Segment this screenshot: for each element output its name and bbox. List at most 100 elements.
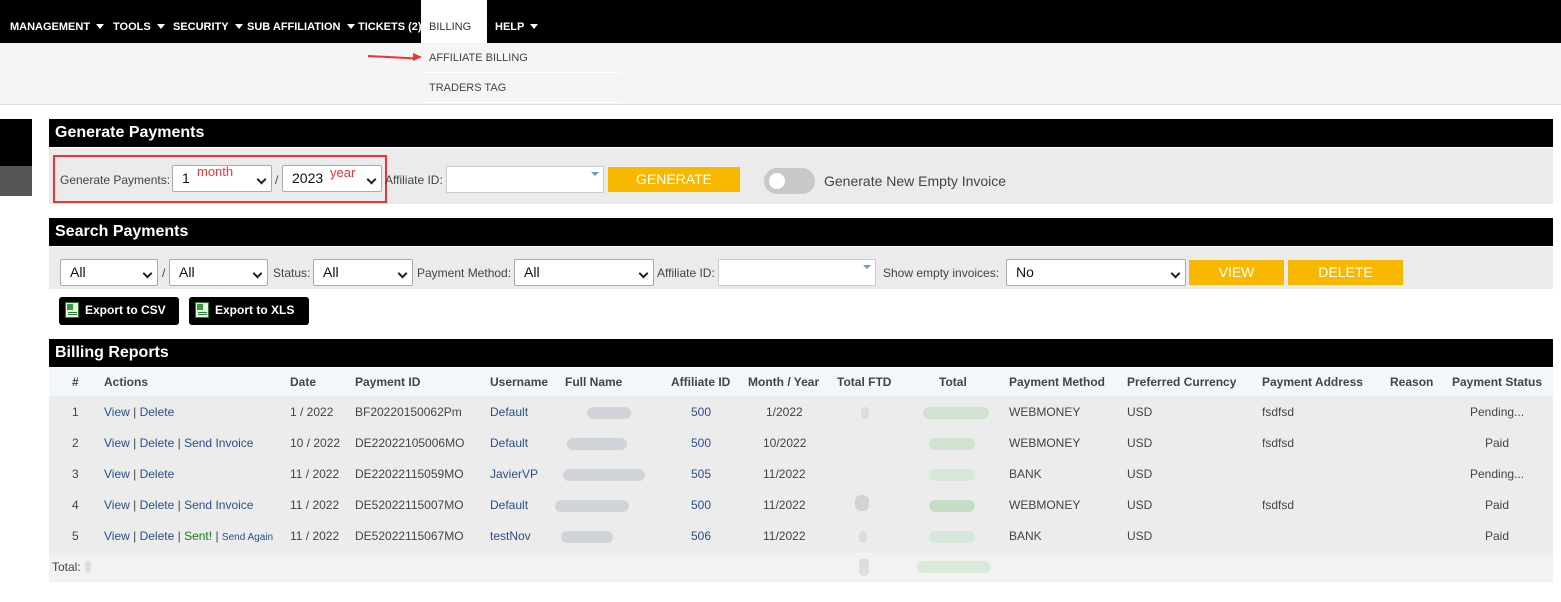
empty-invoice-toggle[interactable] bbox=[764, 168, 815, 194]
delete-link[interactable]: Delete bbox=[140, 436, 175, 450]
cell-username[interactable]: Default bbox=[490, 428, 528, 459]
cell-currency: USD bbox=[1127, 436, 1153, 450]
redacted-full-name bbox=[563, 469, 645, 481]
sidebar-block bbox=[0, 119, 32, 166]
cell-address: fsdfsd bbox=[1262, 498, 1295, 512]
col-affiliate-id: Affiliate ID bbox=[671, 375, 731, 389]
chevron-down-icon bbox=[638, 268, 649, 279]
billing-reports-title: Billing Reports bbox=[49, 339, 1553, 367]
nav-management[interactable]: MANAGEMENT bbox=[10, 0, 105, 43]
annotation-arrow-head bbox=[413, 53, 422, 61]
cell-date: 11 / 2022 bbox=[290, 529, 340, 543]
search-year-value: All bbox=[179, 264, 195, 280]
generate-button[interactable]: GENERATE bbox=[608, 167, 740, 192]
nav-security[interactable]: SECURITY bbox=[173, 0, 243, 43]
cell-payment-id: DE22022105006MO bbox=[355, 436, 465, 450]
cell-status: Paid bbox=[1485, 529, 1510, 543]
cell-actions: View | Delete | Sent! | Send Again bbox=[104, 529, 274, 543]
cell-payment-method: BANK bbox=[1009, 467, 1042, 481]
caret-down-icon bbox=[156, 24, 165, 29]
delete-link[interactable]: Delete bbox=[140, 467, 175, 481]
payment-method-value: All bbox=[524, 264, 540, 280]
col-total-ftd: Total FTD bbox=[837, 375, 892, 389]
redacted-total bbox=[929, 500, 975, 512]
cell-username[interactable]: Default bbox=[490, 397, 528, 428]
cell-currency: USD bbox=[1127, 405, 1153, 419]
view-button[interactable]: VIEW bbox=[1189, 260, 1284, 285]
send-invoice-link[interactable]: Send Invoice bbox=[184, 436, 253, 450]
view-link[interactable]: View bbox=[104, 405, 130, 419]
view-link[interactable]: View bbox=[104, 436, 130, 450]
affiliate-id-input[interactable] bbox=[446, 166, 604, 193]
col-actions: Actions bbox=[104, 375, 149, 389]
cell-affiliate-id[interactable]: 506 bbox=[691, 521, 711, 552]
nav-label: SECURITY bbox=[173, 21, 229, 33]
cell-username[interactable]: Default bbox=[490, 490, 528, 521]
view-link[interactable]: View bbox=[104, 467, 130, 481]
search-payments-title: Search Payments bbox=[49, 218, 1553, 246]
redacted-full-name bbox=[561, 531, 613, 543]
table-row: 4 View | Delete | Send Invoice 11 / 2022… bbox=[49, 490, 1553, 521]
cell-actions: View | Delete bbox=[104, 467, 175, 481]
export-csv-button[interactable]: Export to CSV bbox=[59, 297, 179, 325]
status-select[interactable]: All bbox=[313, 259, 413, 286]
redacted-total-ftd bbox=[859, 531, 867, 543]
payment-method-select[interactable]: All bbox=[514, 259, 654, 286]
search-month-select[interactable]: All bbox=[60, 259, 158, 286]
col-num: # bbox=[72, 375, 79, 389]
search-year-select[interactable]: All bbox=[169, 259, 268, 286]
send-again-link[interactable]: Send Again bbox=[222, 532, 273, 543]
cell-status: Pending... bbox=[1470, 467, 1525, 481]
cell-affiliate-id[interactable]: 500 bbox=[691, 397, 711, 428]
cell-affiliate-id[interactable]: 505 bbox=[691, 459, 711, 490]
cell-payment-id: BF20220150062Pm bbox=[355, 405, 462, 419]
redacted-total bbox=[929, 438, 975, 450]
col-payment-id: Payment ID bbox=[355, 375, 421, 389]
search-affiliate-id-input[interactable] bbox=[718, 259, 876, 286]
delete-button[interactable]: DELETE bbox=[1288, 260, 1403, 285]
cell-address: fsdfsd bbox=[1262, 405, 1295, 419]
cell-month-year: 11/2022 bbox=[763, 498, 806, 512]
nav-billing[interactable]: BILLING bbox=[421, 0, 487, 43]
delete-link[interactable]: Delete bbox=[140, 529, 175, 543]
cell-month-year: 11/2022 bbox=[763, 529, 806, 543]
cell-payment-id: DE22022115059MO bbox=[355, 467, 464, 481]
submenu-traders-tag[interactable]: TRADERS TAG bbox=[421, 73, 621, 103]
nav-tools[interactable]: TOOLS bbox=[113, 0, 165, 43]
show-empty-invoices-select[interactable]: No bbox=[1006, 259, 1186, 286]
send-invoice-link[interactable]: Send Invoice bbox=[184, 498, 253, 512]
cell-month-year: 1/2022 bbox=[766, 405, 803, 419]
redacted-total bbox=[923, 407, 989, 419]
nav-sub-affiliation[interactable]: SUB AFFILIATION bbox=[247, 0, 355, 43]
cell-affiliate-id[interactable]: 500 bbox=[691, 428, 711, 459]
separator: / bbox=[162, 266, 166, 280]
cell-status: Paid bbox=[1485, 436, 1510, 450]
col-payment-status: Payment Status bbox=[1452, 375, 1543, 389]
submenu-affiliate-billing[interactable]: AFFILIATE BILLING bbox=[421, 43, 621, 73]
generate-payments-title: Generate Payments bbox=[49, 119, 1553, 147]
delete-link[interactable]: Delete bbox=[140, 405, 175, 419]
cell-date: 10 / 2022 bbox=[290, 436, 341, 450]
affiliate-id-label: Affiliate ID: bbox=[385, 173, 443, 187]
cell-address: fsdfsd bbox=[1262, 436, 1295, 450]
view-link[interactable]: View bbox=[104, 529, 130, 543]
delete-link[interactable]: Delete bbox=[140, 498, 175, 512]
col-username: Username bbox=[490, 375, 549, 389]
export-xls-button[interactable]: Export to XLS bbox=[189, 297, 309, 325]
top-nav: MANAGEMENT TOOLS SECURITY SUB AFFILIATIO… bbox=[0, 0, 1561, 43]
cell-username[interactable]: testNov bbox=[490, 521, 531, 552]
col-total: Total bbox=[939, 375, 967, 389]
cell-actions: View | Delete bbox=[104, 405, 175, 419]
affiliate-id-value bbox=[447, 172, 451, 186]
view-link[interactable]: View bbox=[104, 498, 130, 512]
caret-down-icon bbox=[234, 24, 243, 29]
billing-submenu: AFFILIATE BILLING TRADERS TAG bbox=[421, 43, 621, 103]
cell-affiliate-id[interactable]: 500 bbox=[691, 490, 711, 521]
cell-month-year: 10/2022 bbox=[763, 436, 807, 450]
toggle-knob bbox=[769, 173, 785, 189]
nav-tickets[interactable]: TICKETS (2) bbox=[358, 0, 422, 43]
table-footer: Total: bbox=[49, 553, 1553, 582]
cell-username[interactable]: JavierVP bbox=[490, 459, 538, 490]
cell-num: 4 bbox=[72, 498, 79, 512]
nav-help[interactable]: HELP bbox=[495, 0, 539, 43]
